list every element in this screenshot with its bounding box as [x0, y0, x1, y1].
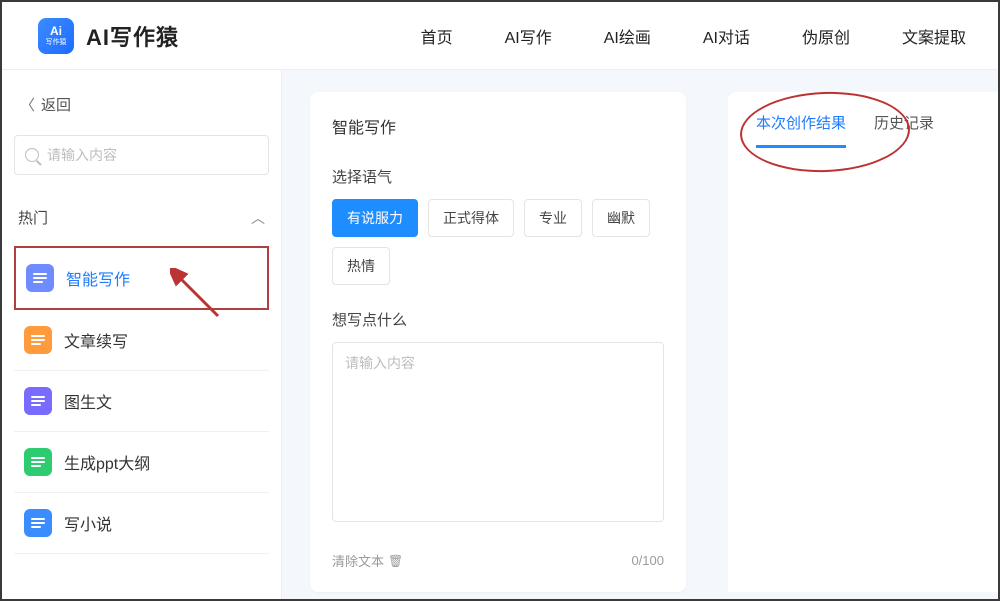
- nav-ai-painting[interactable]: AI绘画: [604, 24, 651, 48]
- sidebar-item-continue[interactable]: 文章续写: [14, 310, 269, 371]
- logo[interactable]: Ai 写作猿 AI写作猿: [38, 18, 179, 54]
- logo-sub-text: 写作猿: [46, 39, 67, 46]
- sidebar: 〈 返回 热门 ︿ 智能写作 文章续写 图生文: [2, 70, 282, 599]
- tone-label: 选择语气: [332, 166, 664, 187]
- nav-ai-writing[interactable]: AI写作: [505, 24, 552, 48]
- tone-options: 有说服力 正式得体 专业 幽默: [332, 199, 664, 237]
- trash-icon: 🗑: [388, 554, 403, 568]
- sidebar-item-label: 文章续写: [64, 328, 128, 352]
- logo-ai-text: Ai: [50, 25, 62, 37]
- tone-humorous[interactable]: 幽默: [592, 199, 650, 237]
- char-counter: 0/100: [631, 553, 664, 568]
- result-panel: 本次创作结果 历史记录: [728, 92, 998, 592]
- sidebar-item-image-to-text[interactable]: 图生文: [14, 371, 269, 432]
- nav-pseudo[interactable]: 伪原创: [802, 24, 850, 48]
- content-label: 想写点什么: [332, 309, 664, 330]
- app-header: Ai 写作猿 AI写作猿 首页 AI写作 AI绘画 AI对话 伪原创 文案提取: [2, 2, 998, 70]
- form-card: 智能写作 选择语气 有说服力 正式得体 专业 幽默 热情 想写点什么 清除文本: [310, 92, 686, 592]
- sidebar-item-smart-writing[interactable]: 智能写作: [14, 246, 269, 310]
- top-nav: 首页 AI写作 AI绘画 AI对话 伪原创 文案提取: [421, 24, 966, 48]
- tone-professional[interactable]: 专业: [524, 199, 582, 237]
- logo-icon: Ai 写作猿: [38, 18, 74, 54]
- search-input[interactable]: [47, 147, 258, 163]
- section-title: 热门: [18, 207, 48, 228]
- sidebar-item-novel[interactable]: 写小说: [14, 493, 269, 554]
- section-header[interactable]: 热门 ︿: [14, 203, 269, 232]
- sidebar-list: 智能写作 文章续写 图生文 生成ppt大纲 写小说: [14, 246, 269, 554]
- doc-icon: [24, 326, 52, 354]
- doc-icon: [24, 509, 52, 537]
- doc-icon: [26, 264, 54, 292]
- result-tabs: 本次创作结果 历史记录: [728, 92, 998, 148]
- tab-current-result[interactable]: 本次创作结果: [756, 112, 846, 148]
- chevron-left-icon: 〈: [20, 94, 35, 115]
- sidebar-item-label: 图生文: [64, 389, 112, 413]
- sidebar-item-label: 生成ppt大纲: [64, 450, 150, 474]
- clear-text-button[interactable]: 清除文本 🗑: [332, 551, 403, 570]
- form-title: 智能写作: [332, 114, 664, 138]
- brand-name: AI写作猿: [86, 20, 179, 52]
- nav-extract[interactable]: 文案提取: [902, 24, 966, 48]
- sidebar-item-ppt-outline[interactable]: 生成ppt大纲: [14, 432, 269, 493]
- image-icon: [24, 387, 52, 415]
- sidebar-item-label: 写小说: [64, 511, 112, 535]
- tone-formal[interactable]: 正式得体: [428, 199, 514, 237]
- clear-label: 清除文本: [332, 551, 384, 570]
- content-input[interactable]: [332, 342, 664, 522]
- nav-ai-chat[interactable]: AI对话: [703, 24, 750, 48]
- nav-home[interactable]: 首页: [421, 24, 453, 48]
- tab-history[interactable]: 历史记录: [874, 112, 934, 148]
- chevron-up-icon: ︿: [251, 208, 265, 228]
- back-button[interactable]: 〈 返回: [14, 90, 269, 119]
- search-icon: [25, 148, 39, 162]
- back-label: 返回: [41, 94, 71, 115]
- search-box[interactable]: [14, 135, 269, 175]
- tone-persuasive[interactable]: 有说服力: [332, 199, 418, 237]
- doc-icon: [24, 448, 52, 476]
- sidebar-item-label: 智能写作: [66, 266, 130, 290]
- tone-enthusiastic[interactable]: 热情: [332, 247, 390, 285]
- content-area: 智能写作 选择语气 有说服力 正式得体 专业 幽默 热情 想写点什么 清除文本: [282, 70, 998, 599]
